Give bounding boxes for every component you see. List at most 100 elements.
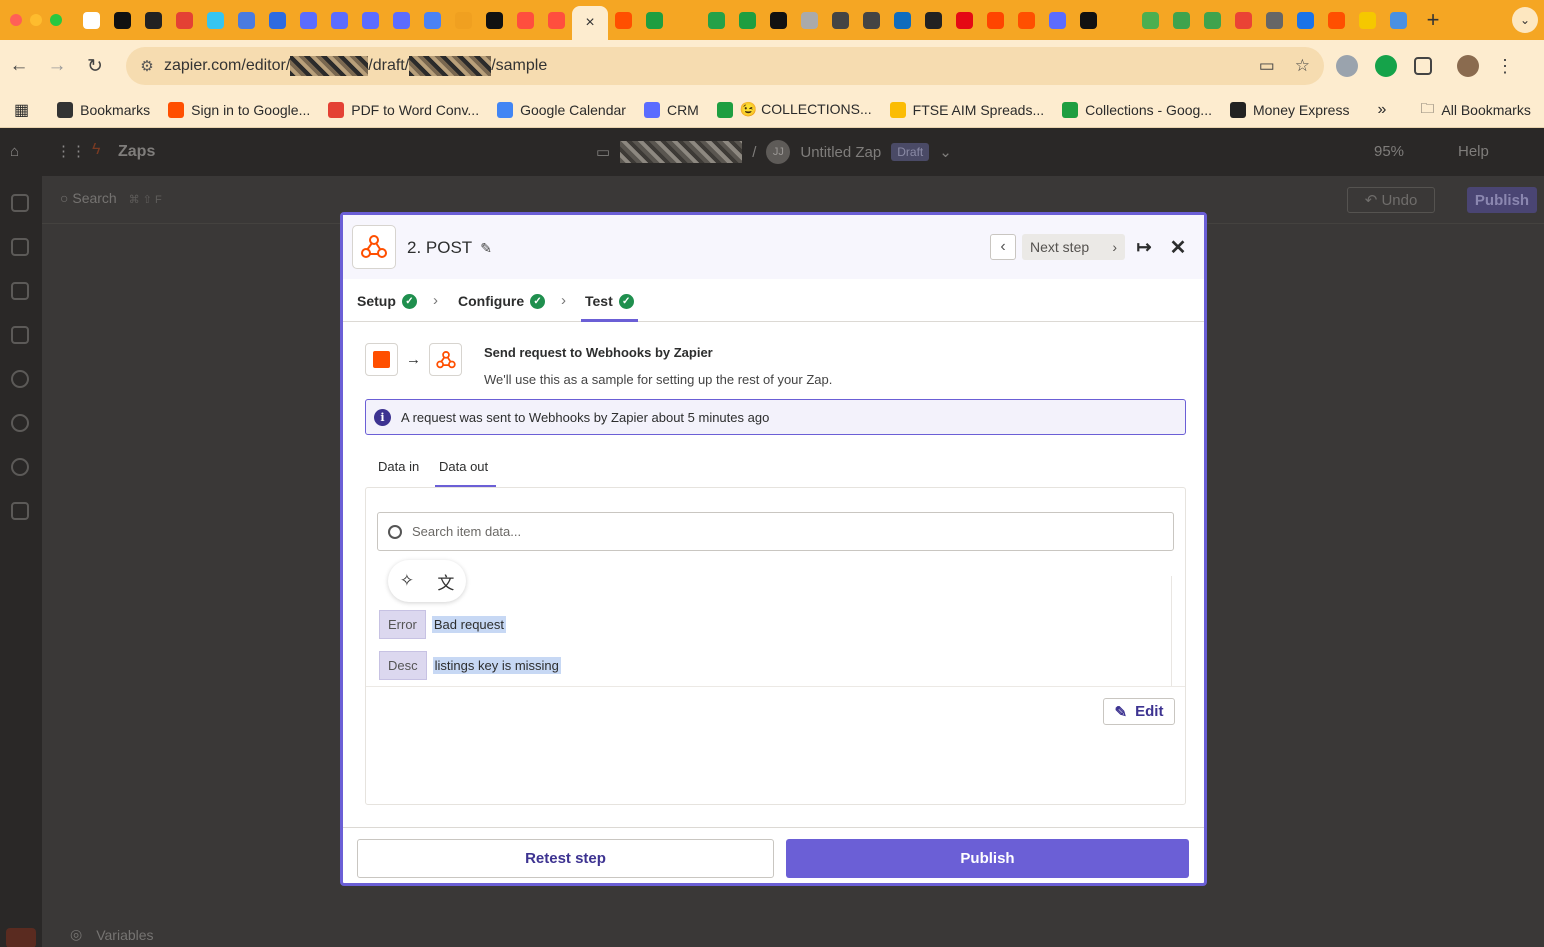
browser-tab[interactable] (856, 0, 887, 40)
all-bookmarks[interactable]: 🗀 All Bookmarks (1420, 98, 1530, 122)
zap-name[interactable]: Untitled Zap (800, 144, 881, 161)
browser-tab[interactable] (980, 0, 1011, 40)
apps-icon[interactable]: ⋮⋮ (56, 142, 86, 160)
canvas-search[interactable]: ○ Search ⌘ ⇧ F (60, 190, 162, 206)
next-step-button[interactable]: Next step › (1022, 234, 1125, 260)
tab-configure[interactable]: Configure ✓ (458, 293, 546, 309)
browser-tab[interactable] (639, 0, 670, 40)
sidebar-icon[interactable] (11, 502, 29, 520)
header-publish-button[interactable]: Publish (1467, 187, 1537, 213)
undo-button[interactable]: ↶ Undo (1347, 187, 1435, 213)
edit-button[interactable]: ✎ Edit (1103, 698, 1175, 725)
previous-step-button[interactable]: ‹ (990, 234, 1016, 260)
browser-tab[interactable] (541, 0, 572, 40)
active-tab[interactable]: × (572, 6, 608, 40)
bookmark-item[interactable]: Google Calendar (497, 101, 626, 118)
close-icon[interactable]: ✕ (1166, 234, 1190, 260)
browser-tab[interactable] (1042, 0, 1073, 40)
browser-tab[interactable] (138, 0, 169, 40)
browser-tab[interactable] (1383, 0, 1414, 40)
bookmark-item[interactable]: 😉 COLLECTIONS... (716, 101, 872, 118)
browser-tab[interactable] (825, 0, 856, 40)
browser-tab[interactable] (510, 0, 541, 40)
browser-tab[interactable] (1321, 0, 1352, 40)
bookmark-item[interactable]: Collections - Goog... (1062, 101, 1212, 118)
bookmark-item[interactable]: Sign in to Google... (168, 101, 310, 118)
tab-close-icon[interactable]: × (585, 14, 594, 32)
browser-tab[interactable] (1197, 0, 1228, 40)
chevron-down-icon[interactable]: ⌄ (939, 143, 952, 161)
browser-tab[interactable] (763, 0, 794, 40)
zapier-bolt-icon[interactable] (6, 928, 36, 947)
bookmark-item[interactable]: Money Express (1229, 101, 1349, 118)
browser-tab[interactable] (887, 0, 918, 40)
grammarly-icon[interactable] (1375, 55, 1397, 77)
forward-button[interactable]: → (38, 47, 76, 85)
browser-tab[interactable] (479, 0, 510, 40)
tab-data-in[interactable]: Data in (378, 459, 419, 474)
browser-tab[interactable] (670, 0, 701, 40)
list-item[interactable]: Error Bad request (379, 610, 506, 639)
browser-tab[interactable] (417, 0, 448, 40)
sidebar-icon[interactable] (11, 370, 29, 388)
browser-tab[interactable] (324, 0, 355, 40)
browser-tab[interactable] (107, 0, 138, 40)
browser-tab[interactable] (794, 0, 825, 40)
zaps-label[interactable]: Zaps (118, 143, 155, 161)
menu-icon[interactable]: ⋮ (1496, 56, 1514, 77)
sidebar-icon[interactable] (11, 238, 29, 256)
address-bar[interactable]: ⚙ zapier.com/editor/ /draft/ /sample ▭ ☆ (126, 47, 1324, 85)
tab-setup[interactable]: Setup ✓ (357, 293, 417, 309)
browser-tab[interactable] (949, 0, 980, 40)
tab-test[interactable]: Test ✓ (585, 293, 634, 309)
clipboard-icon[interactable]: ▭ (1259, 56, 1275, 76)
browser-tab[interactable] (386, 0, 417, 40)
tab-search-button[interactable]: ⌄ (1512, 7, 1538, 33)
help-menu[interactable]: Help (1458, 143, 1489, 160)
browser-tab[interactable] (293, 0, 324, 40)
search-input[interactable]: Search item data... (377, 512, 1174, 551)
sidebar-icon[interactable] (11, 282, 29, 300)
site-info-icon[interactable]: ⚙ (130, 57, 164, 75)
browser-tab[interactable] (76, 0, 107, 40)
bookmark-star-icon[interactable]: ☆ (1295, 56, 1310, 76)
extension-icon[interactable] (1336, 55, 1358, 77)
bookmark-item[interactable]: FTSE AIM Spreads... (889, 101, 1044, 118)
minimize-window-button[interactable] (30, 14, 42, 26)
sidebar-icon[interactable] (11, 458, 29, 476)
bookmark-item[interactable]: Bookmarks (57, 101, 150, 118)
sidebar-icon[interactable] (11, 414, 29, 432)
reload-button[interactable]: ↻ (76, 47, 114, 85)
expand-panel-icon[interactable]: ↦ (1132, 234, 1156, 260)
bookmark-item[interactable]: PDF to Word Conv... (328, 101, 479, 118)
zoom-level[interactable]: 95% (1374, 143, 1404, 160)
pencil-icon[interactable]: ✎ (480, 240, 492, 257)
browser-tab[interactable] (169, 0, 200, 40)
browser-tab[interactable] (701, 0, 732, 40)
apps-grid-icon[interactable]: ▦ (14, 100, 29, 120)
browser-tab[interactable] (1352, 0, 1383, 40)
browser-tab[interactable] (732, 0, 763, 40)
bookmark-item[interactable]: CRM (643, 101, 699, 118)
browser-tab[interactable] (1166, 0, 1197, 40)
browser-tab[interactable] (1135, 0, 1166, 40)
browser-tab[interactable] (231, 0, 262, 40)
retest-step-button[interactable]: Retest step (357, 839, 774, 878)
browser-tab[interactable] (262, 0, 293, 40)
maximize-window-button[interactable] (50, 14, 62, 26)
profile-avatar[interactable] (1457, 55, 1479, 77)
browser-tab[interactable] (200, 0, 231, 40)
browser-tab[interactable] (448, 0, 479, 40)
variables-label[interactable]: Variables (96, 927, 153, 943)
browser-tab[interactable] (1104, 0, 1135, 40)
browser-tab[interactable] (1290, 0, 1321, 40)
tab-data-out[interactable]: Data out (439, 459, 488, 474)
browser-tab[interactable] (1073, 0, 1104, 40)
browser-tab[interactable] (1228, 0, 1259, 40)
sidebar-icon[interactable] (11, 194, 29, 212)
step-title[interactable]: 2. POST ✎ (407, 238, 492, 258)
browser-tab[interactable] (918, 0, 949, 40)
new-tab-button[interactable]: + (1418, 0, 1448, 40)
bookmarks-overflow[interactable]: » (1377, 101, 1386, 119)
home-icon[interactable]: ⌂ (10, 143, 19, 160)
